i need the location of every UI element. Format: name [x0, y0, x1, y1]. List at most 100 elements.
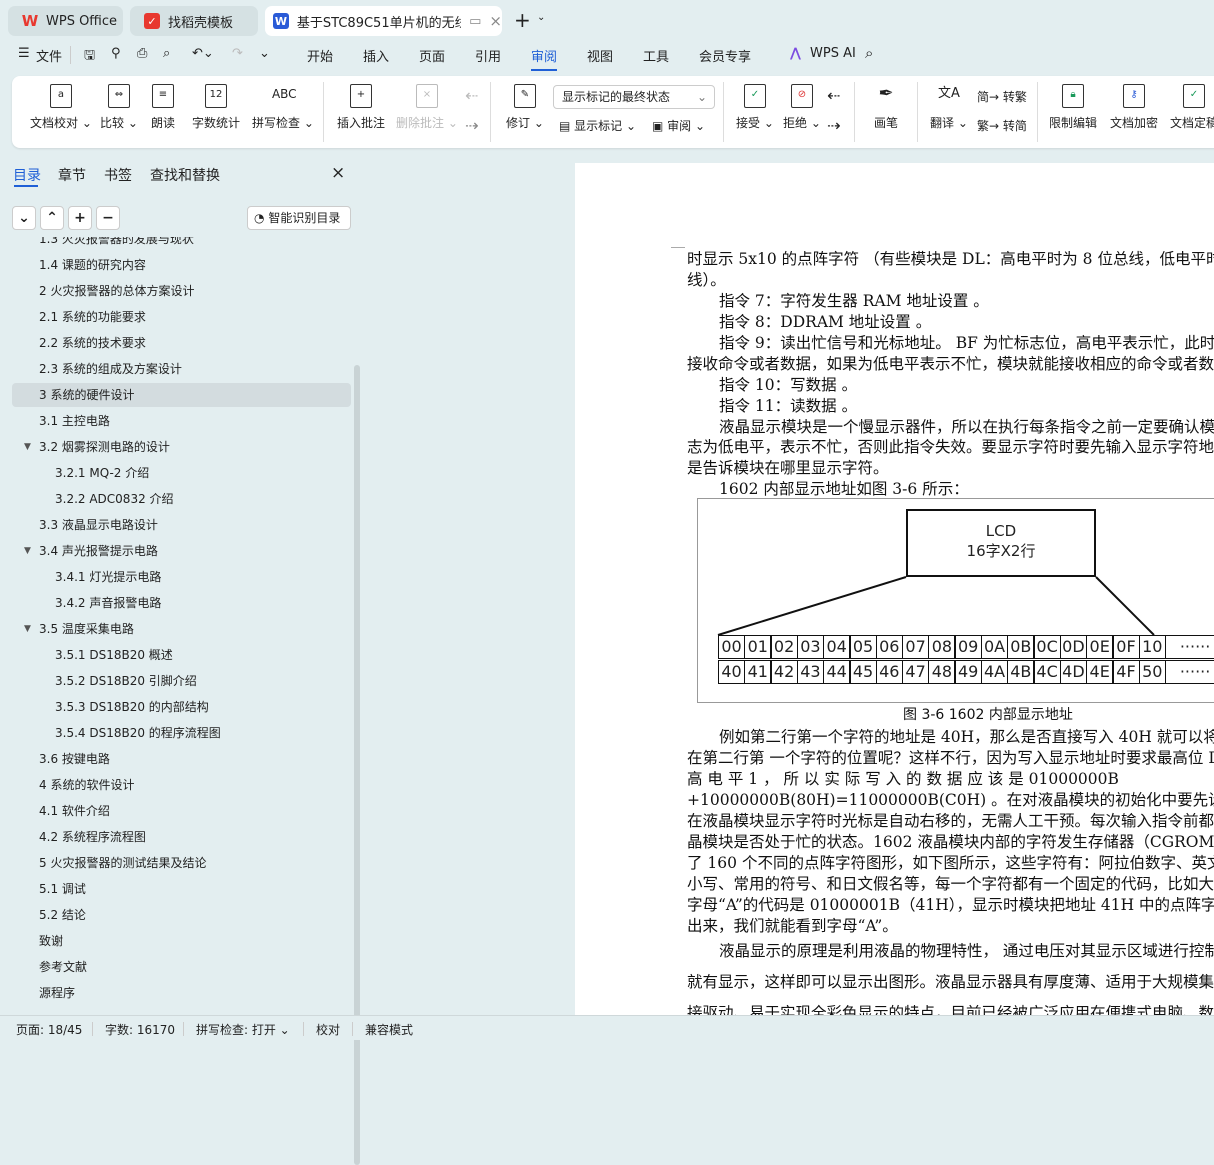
next-change-icon[interactable]: ⇢ [827, 116, 840, 135]
sidebar-tab-bookmarks[interactable]: 书签 [104, 165, 132, 185]
toc-item[interactable]: 1.4 课题的研究内容 [12, 253, 351, 277]
toc-item[interactable]: 2 火灾报警器的总体方案设计 [12, 279, 351, 303]
smart-toc-button[interactable]: ◔ 智能识别目录 [247, 206, 351, 230]
toc-item[interactable]: 3.2.1 MQ-2 介绍 [12, 461, 351, 485]
toc-item[interactable]: 4 系统的软件设计 [12, 773, 351, 797]
toc-item[interactable]: 2.1 系统的功能要求 [12, 305, 351, 329]
proofread-status[interactable]: 校对 [316, 1021, 340, 1038]
toc-item[interactable]: 3.3 液晶显示电路设计 [12, 513, 351, 537]
more-icon[interactable]: ⌄ [259, 46, 270, 61]
expand-arrow-icon[interactable]: ▼ [24, 435, 31, 459]
spell-check-button[interactable]: ABC 拼写检查 ⌄ [252, 84, 314, 131]
toc-item[interactable]: ▼ 3.5 温度采集电路 [12, 617, 351, 641]
restrict-editing-button[interactable]: 🔒︎ 限制编辑 [1049, 84, 1097, 131]
show-markup-button[interactable]: ▤ 显示标记 ⌄ [559, 117, 636, 134]
toc-item[interactable]: ▼ 3.4 声光报警提示电路 [12, 539, 351, 563]
search-icon[interactable]: ⌕ [865, 44, 873, 62]
toc-item[interactable]: 3.5.1 DS18B20 概述 [12, 643, 351, 667]
word-count-button[interactable]: 12 字数统计 [192, 84, 240, 131]
finalize-button[interactable]: ✓ 文档定稿 [1170, 84, 1214, 131]
toc-item[interactable]: 致谢 [12, 929, 351, 953]
print-preview-icon[interactable]: ⌕ [163, 46, 170, 61]
toc-item[interactable]: 参考文献 [12, 955, 351, 979]
toc-item[interactable]: 3 系统的硬件设计 [12, 383, 351, 407]
toc-item[interactable]: 3.6 按键电路 [12, 747, 351, 771]
menu-tools[interactable]: 工具 [643, 46, 669, 65]
sidebar-scrollbar[interactable] [354, 365, 360, 1165]
redo-icon[interactable]: ↷ [232, 46, 243, 61]
close-tab-icon[interactable]: × [489, 12, 502, 30]
review-pane-button[interactable]: ▣ 审阅 ⌄ [652, 117, 705, 134]
toc-item[interactable]: 4.2 系统程序流程图 [12, 825, 351, 849]
toc-item[interactable]: 4.1 软件介绍 [12, 799, 351, 823]
delete-comment-button[interactable]: × 删除批注 ⌄ [396, 84, 458, 131]
expand-arrow-icon[interactable]: ▼ [24, 539, 31, 563]
toc-item[interactable]: 5.2 结论 [12, 903, 351, 927]
track-changes-button[interactable]: ✎ 修订 ⌄ [506, 84, 544, 131]
toc-item[interactable]: 3.5.2 DS18B20 引脚介绍 [12, 669, 351, 693]
accept-button[interactable]: ✓ 接受 ⌄ [736, 84, 774, 131]
toc-item[interactable]: 3.5.3 DS18B20 的内部结构 [12, 695, 351, 719]
encrypt-button[interactable]: ⚷ 文档加密 [1110, 84, 1158, 131]
chevron-down-icon[interactable]: ⌄ [537, 12, 545, 23]
format-painter-icon[interactable]: ⚲ [111, 46, 121, 61]
toc-item[interactable]: 5 火灾报警器的测试结果及结论 [12, 851, 351, 875]
menu-wps-ai[interactable]: WPS AI [810, 46, 856, 61]
toc-item[interactable]: 3.2.2 ADC0832 介绍 [12, 487, 351, 511]
previous-comment-icon[interactable]: ⇠ [465, 86, 478, 105]
toc-item[interactable]: 3.1 主控电路 [12, 409, 351, 433]
new-tab-icon[interactable]: + [514, 8, 531, 32]
page-indicator[interactable]: 页面: 18/45 [16, 1021, 82, 1038]
sidebar-tab-toc[interactable]: 目录 [13, 165, 41, 185]
translate-button[interactable]: 文A 翻译 ⌄ [930, 84, 968, 131]
toc-item[interactable]: ▼ 3.2 烟雾探测电路的设计 [12, 435, 351, 459]
to-traditional-button[interactable]: 简→ 转繁 [977, 88, 1027, 105]
print-icon[interactable]: ⎙ [137, 46, 147, 61]
tab-docer[interactable]: ✓ 找稻壳模板 [130, 6, 258, 36]
to-simplified-button[interactable]: 繁→ 转简 [977, 117, 1027, 134]
paragraph-line: 例如第二行第一个字符的地址是 40H，那么是否直接写入 40H 就可以将光标定位 [719, 728, 1214, 746]
menu-file[interactable]: 文件 [36, 46, 62, 65]
document-page[interactable]: LCD 16字X2行 00 01 02 03 04 05 06 07 08 09 0A 0B 0C 0D 0… [575, 163, 1214, 1015]
hamburger-icon[interactable]: ☰ [18, 46, 30, 61]
toc-item[interactable]: 1.3 火灾报警器的发展与现状 [12, 237, 351, 251]
save-icon[interactable]: 🖫 [84, 46, 95, 68]
read-aloud-button[interactable]: ≡ 朗读 [151, 84, 175, 131]
menu-insert[interactable]: 插入 [363, 46, 389, 65]
reject-button[interactable]: ⊘ 拒绝 ⌄ [783, 84, 821, 131]
monitor-icon[interactable]: ▭ [469, 14, 481, 29]
insert-comment-button[interactable]: + 插入批注 [337, 84, 385, 131]
toc-item[interactable]: 3.4.2 声音报警电路 [12, 591, 351, 615]
toc-item[interactable]: 源程序 [12, 981, 351, 1005]
spell-check-status[interactable]: 拼写检查: 打开 ⌄ [196, 1021, 290, 1038]
expand-up-button[interactable]: ⌃ [40, 206, 64, 230]
collapse-all-button[interactable]: ⌄ [12, 206, 36, 230]
undo-icon[interactable]: ↶⌄ [192, 46, 214, 61]
menu-page[interactable]: 页面 [419, 46, 445, 65]
add-level-button[interactable]: + [68, 206, 92, 230]
word-count[interactable]: 字数: 16170 [105, 1021, 175, 1038]
toc-item[interactable]: 5.1 调试 [12, 877, 351, 901]
menu-member[interactable]: 会员专享 [699, 46, 751, 65]
toc-item[interactable]: 3.5.4 DS18B20 的程序流程图 [12, 721, 351, 745]
pen-button[interactable]: ✒ 画笔 [874, 84, 898, 131]
menu-review[interactable]: 审阅 [531, 46, 558, 71]
remove-level-button[interactable]: − [96, 206, 120, 230]
tab-document[interactable]: W 基于STC89C51单片机的无线多 ▭ × [265, 6, 502, 36]
tab-wps-office[interactable]: W WPS Office [8, 6, 123, 36]
menu-start[interactable]: 开始 [307, 46, 333, 65]
sidebar-tab-find-replace[interactable]: 查找和替换 [150, 165, 220, 185]
compare-button[interactable]: ⇔ 比较 ⌄ [100, 84, 138, 131]
toc-item[interactable]: 3.4.1 灯光提示电路 [12, 565, 351, 589]
expand-arrow-icon[interactable]: ▼ [24, 617, 31, 641]
proofread-button[interactable]: a 文档校对 ⌄ [30, 84, 92, 131]
previous-change-icon[interactable]: ⇠ [827, 86, 840, 105]
menu-references[interactable]: 引用 [475, 46, 501, 65]
toc-item[interactable]: 2.2 系统的技术要求 [12, 331, 351, 355]
markup-mode-select[interactable]: 显示标记的最终状态 ⌄ [553, 85, 715, 109]
close-icon[interactable]: × [331, 163, 345, 183]
menu-view[interactable]: 视图 [587, 46, 613, 65]
toc-item[interactable]: 2.3 系统的组成及方案设计 [12, 357, 351, 381]
sidebar-tab-chapters[interactable]: 章节 [58, 165, 86, 185]
next-comment-icon[interactable]: ⇢ [465, 116, 478, 135]
